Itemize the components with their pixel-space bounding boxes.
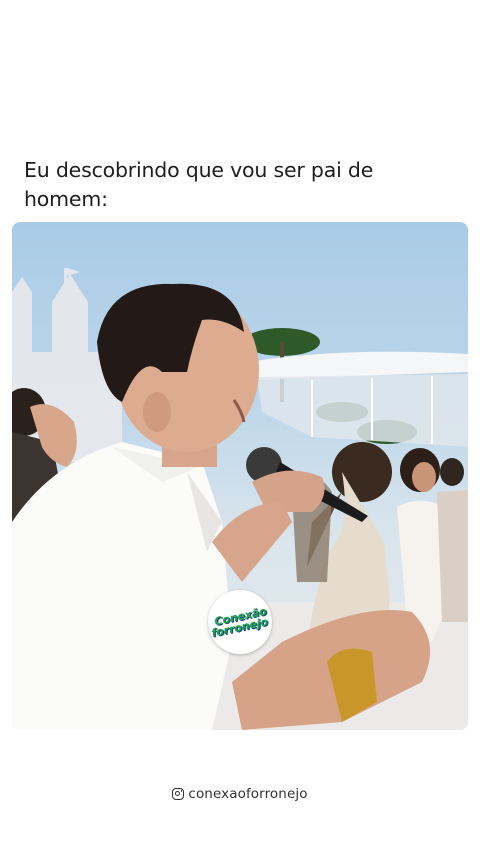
- channel-watermark-badge: Conexão forronejo: [208, 590, 272, 654]
- post-caption: Eu descobrindo que vou ser pai de homem:: [24, 158, 374, 211]
- footer-handle[interactable]: conexaoforronejo: [188, 786, 307, 802]
- tent: [248, 351, 468, 447]
- instagram-icon: [172, 788, 185, 800]
- footer-credit[interactable]: conexaoforronejo: [0, 784, 480, 804]
